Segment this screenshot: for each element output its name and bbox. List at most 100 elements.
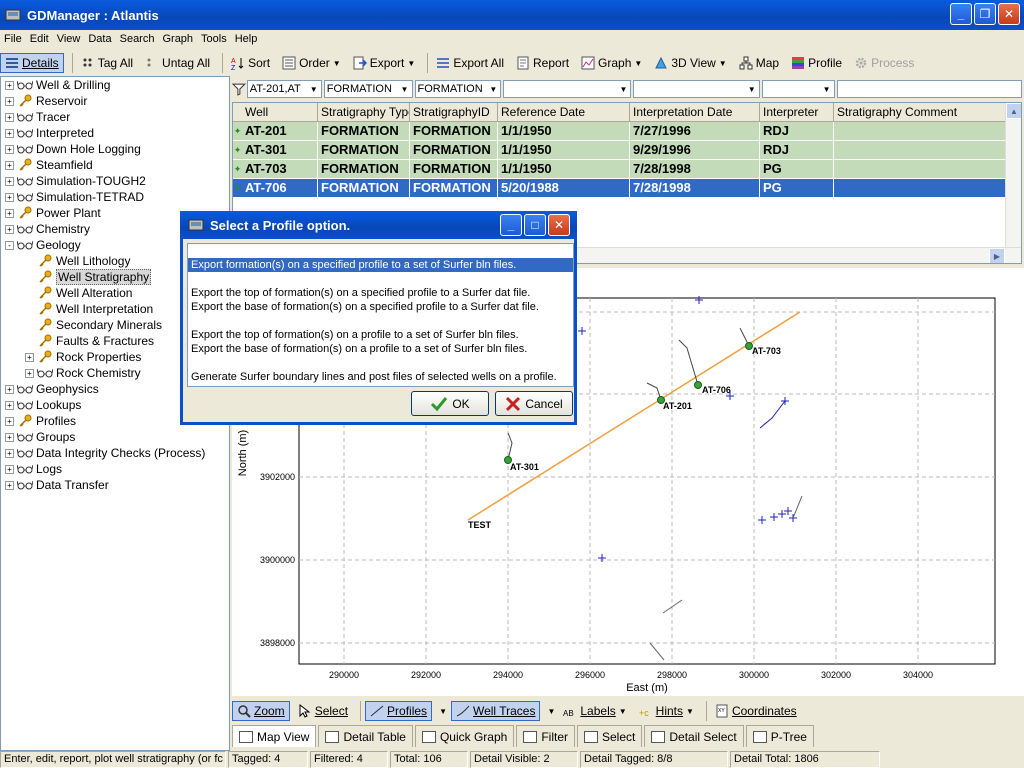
menu-help[interactable]: Help <box>235 33 258 45</box>
details-button[interactable]: Details <box>0 53 64 73</box>
expand-icon[interactable]: + <box>5 416 14 426</box>
select-tool-button[interactable]: Select <box>294 702 352 720</box>
untag-all-button[interactable]: Untag All <box>141 54 214 72</box>
expand-icon[interactable]: + <box>5 96 14 106</box>
profile-option[interactable]: Generate Surfer boundary lines and post … <box>188 370 573 384</box>
table-row[interactable]: ✦ AT-301 FORMATION FORMATION 1/1/1950 9/29/19… <box>233 141 1021 160</box>
tab-filter[interactable]: Filter <box>516 725 575 747</box>
tree-item-tracer[interactable]: + Tracer <box>1 109 229 125</box>
dialog-maximize-button[interactable]: □ <box>524 214 546 236</box>
column-header[interactable]: StratigraphyID <box>410 103 498 121</box>
tab-map-view[interactable]: Map View <box>232 725 317 747</box>
well-traces-toggle[interactable]: Well Traces <box>450 701 541 721</box>
chevron-down-icon[interactable]: ▼ <box>439 707 447 716</box>
column-header[interactable]: Stratigraphy Type <box>318 103 410 121</box>
3d-view-button[interactable]: 3D View ▼ <box>650 54 730 72</box>
expand-icon[interactable]: + <box>5 464 14 474</box>
map-button[interactable]: Map <box>735 54 783 72</box>
tree-item-groups[interactable]: + Groups <box>1 429 229 445</box>
menu-search[interactable]: Search <box>120 33 155 45</box>
expand-icon[interactable]: + <box>25 352 34 362</box>
minimize-button[interactable]: _ <box>950 3 972 25</box>
tab-detail-select[interactable]: Detail Select <box>644 725 744 747</box>
sort-button[interactable]: AZ Sort <box>227 54 274 72</box>
tab-quick-graph[interactable]: Quick Graph <box>414 725 515 747</box>
menu-tools[interactable]: Tools <box>201 33 227 45</box>
profile-option[interactable]: Export formation(s) on a specified profi… <box>188 258 573 272</box>
menu-edit[interactable]: Edit <box>30 33 49 45</box>
tree-item-logs[interactable]: + Logs <box>1 461 229 477</box>
ok-button[interactable]: OK <box>411 391 489 416</box>
report-button[interactable]: Report <box>512 54 573 72</box>
tree-item-simulation-tetrad[interactable]: + Simulation-TETRAD <box>1 189 229 205</box>
scroll-right-icon[interactable]: ▶ <box>989 248 1005 263</box>
ref-date-filter[interactable]: ▼ <box>503 80 632 98</box>
expand-icon[interactable]: + <box>5 128 14 138</box>
menu-graph[interactable]: Graph <box>162 33 193 45</box>
graph-button[interactable]: Graph ▼ <box>577 54 646 72</box>
vertical-scrollbar[interactable]: ▲ ▼ <box>1005 103 1021 263</box>
expand-icon[interactable]: + <box>5 160 14 170</box>
expand-icon[interactable]: + <box>5 112 14 122</box>
zoom-button[interactable]: Zoom <box>232 701 290 721</box>
coordinates-button[interactable]: XY Coordinates <box>711 702 801 720</box>
tree-item-simulation-tough2[interactable]: + Simulation-TOUGH2 <box>1 173 229 189</box>
expand-icon[interactable]: + <box>5 480 14 490</box>
interp-date-filter[interactable]: ▼ <box>633 80 760 98</box>
export-button[interactable]: Export ▼ <box>349 54 420 72</box>
expand-icon[interactable]: + <box>25 368 34 378</box>
tag-all-button[interactable]: Tag All <box>77 54 137 72</box>
expand-icon[interactable]: + <box>5 384 14 394</box>
order-button[interactable]: Order ▼ <box>278 54 345 72</box>
tab-detail-table[interactable]: Detail Table <box>318 725 413 747</box>
profile-options-list[interactable]: Export formation(s) on a specified profi… <box>187 243 574 387</box>
menu-file[interactable]: File <box>4 33 22 45</box>
dialog-close-button[interactable]: ✕ <box>548 214 570 236</box>
column-header[interactable]: Well <box>242 103 318 121</box>
table-row[interactable]: ✦ AT-706 FORMATION FORMATION 5/20/1988 7/28/1… <box>233 179 1021 198</box>
menu-view[interactable]: View <box>57 33 81 45</box>
expand-icon[interactable]: + <box>5 80 14 90</box>
profile-button[interactable]: Profile <box>787 54 846 72</box>
menu-data[interactable]: Data <box>88 33 111 45</box>
expand-icon[interactable]: + <box>5 192 14 202</box>
process-button[interactable]: Process <box>850 54 918 72</box>
column-header[interactable]: Reference Date <box>498 103 630 121</box>
expand-icon[interactable]: + <box>5 448 14 458</box>
scroll-up-icon[interactable]: ▲ <box>1006 103 1021 119</box>
tree-item-data-integrity-checks-process[interactable]: + Data Integrity Checks (Process) <box>1 445 229 461</box>
cancel-button[interactable]: Cancel <box>495 391 573 416</box>
interpreter-filter[interactable]: ▼ <box>761 80 835 98</box>
close-button[interactable]: ✕ <box>998 3 1020 25</box>
tree-item-data-transfer[interactable]: + Data Transfer <box>1 477 229 493</box>
dialog-minimize-button[interactable]: _ <box>500 214 522 236</box>
tree-item-reservoir[interactable]: + Reservoir <box>1 93 229 109</box>
expand-icon[interactable]: - <box>5 240 14 250</box>
tree-item-well-drilling[interactable]: + Well & Drilling <box>1 77 229 93</box>
tab-select[interactable]: Select <box>577 725 643 747</box>
column-header[interactable]: Interpreter <box>760 103 834 121</box>
profiles-toggle[interactable]: Profiles <box>365 701 433 721</box>
column-header[interactable]: Stratigraphy Comment <box>834 103 1006 121</box>
table-row[interactable]: ✦ AT-201 FORMATION FORMATION 1/1/1950 7/27/19… <box>233 122 1021 141</box>
profile-option[interactable]: Export the top of formation(s) on a spec… <box>188 286 573 300</box>
export-all-button[interactable]: Export All <box>432 54 508 72</box>
tab-p-tree[interactable]: P-Tree <box>745 725 814 747</box>
id-filter[interactable]: FORMATION ▼ <box>414 80 502 98</box>
tree-item-steamfield[interactable]: + Steamfield <box>1 157 229 173</box>
expand-icon[interactable]: + <box>5 224 14 234</box>
tree-item-down-hole-logging[interactable]: + Down Hole Logging <box>1 141 229 157</box>
expand-icon[interactable]: + <box>5 432 14 442</box>
labels-button[interactable]: AB Labels ▼ <box>559 702 630 720</box>
profile-option[interactable]: Export the top of formation(s) on a prof… <box>188 328 573 342</box>
hints-button[interactable]: +c Hints ▼ <box>635 702 698 720</box>
profile-option[interactable]: Export the base of formation(s) on a spe… <box>188 300 573 314</box>
expand-icon[interactable]: + <box>5 144 14 154</box>
expand-icon[interactable]: + <box>5 176 14 186</box>
well-filter[interactable]: AT-201,AT ▼ <box>246 80 322 98</box>
table-row[interactable]: ✦ AT-703 FORMATION FORMATION 1/1/1950 7/28/19… <box>233 160 1021 179</box>
expand-icon[interactable]: + <box>5 400 14 410</box>
profile-option[interactable]: Export the base of formation(s) on a pro… <box>188 342 573 356</box>
column-header[interactable]: Interpretation Date <box>630 103 760 121</box>
chevron-down-icon[interactable]: ▼ <box>547 707 555 716</box>
